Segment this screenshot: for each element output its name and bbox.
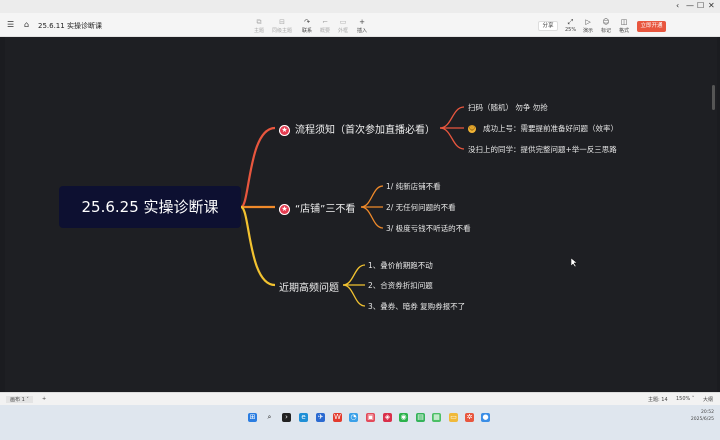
clock-date: 2025/6/25 [690, 417, 714, 422]
terminal-icon[interactable]: › [282, 413, 291, 422]
wechat-icon[interactable]: ◉ [399, 413, 408, 422]
xmind-icon[interactable]: ✲ [465, 413, 474, 422]
subtopic-label: 成功上号：需要提前准备好问题（效率） [483, 124, 618, 133]
emoji-icon: ☺ [468, 125, 476, 133]
subtopic[interactable]: 2、合资券折扣问题 [368, 280, 433, 291]
app-red2-icon[interactable]: ◈ [383, 413, 392, 422]
app-green-icon[interactable]: ▦ [432, 413, 441, 422]
branch-process-notes[interactable]: ★ 流程须知（首次参加直播必看） [279, 121, 435, 136]
sheet-tab-label: 画布 1 [10, 397, 25, 403]
search-icon[interactable]: ⌕ [265, 413, 274, 422]
qq-icon[interactable]: ◔ [349, 413, 358, 422]
edge-icon[interactable]: e [299, 413, 308, 422]
subtopic[interactable]: 1、叠价前期跑不动 [368, 260, 433, 271]
branch-label: “店铺”三不看 [295, 204, 356, 215]
branch-frequent-issues[interactable]: 近期高频问题 [279, 279, 339, 294]
subtopic[interactable]: 没扫上的同学：提供完整问题+举一反三思路 [468, 144, 617, 155]
subtopic[interactable]: 3/ 极度亏钱不听话的不看 [386, 223, 471, 234]
subtopic[interactable]: 1/ 纯新店铺不看 [386, 181, 441, 192]
zoom-select[interactable]: 150% ˅ [676, 396, 694, 402]
windows-taskbar: ⊞ ⌕ › e ✈ W ◔ ▣ ◈ ◉ ▤ ▦ ▭ ✲ ● 20:52 2025… [0, 405, 720, 440]
subtopic[interactable]: 2/ 无任何问题的不看 [386, 202, 456, 213]
chat-icon[interactable]: ▤ [416, 413, 425, 422]
subtopic[interactable]: 扫码（随机） 勿争 勿抢 [468, 102, 548, 113]
branch-shop-three-nots[interactable]: ★ “店铺”三不看 [279, 200, 355, 215]
subtopic[interactable]: 3、叠券、暗券 复购券报不了 [368, 301, 465, 312]
star-icon: ★ [279, 203, 290, 215]
star-icon: ★ [279, 124, 290, 136]
wps-icon[interactable]: W [333, 413, 342, 422]
central-topic[interactable]: 25.6.25 实操诊断课 [59, 186, 241, 228]
sheet-tab-dropdown-icon: ˅ [26, 397, 29, 403]
topic-count: 主题: 14 [648, 397, 668, 403]
zoom-value: 150% [676, 396, 691, 402]
branch-label: 流程须知（首次参加直播必看） [295, 125, 435, 136]
sheet-tab[interactable]: 画布 1 ˅ [6, 396, 33, 403]
folder-icon[interactable]: ▭ [449, 413, 458, 422]
start-icon[interactable]: ⊞ [248, 413, 257, 422]
zoom-dropdown-icon: ˅ [691, 396, 695, 402]
clock-time: 20:52 [701, 410, 714, 415]
add-sheet-button[interactable]: + [42, 396, 46, 402]
system-clock[interactable]: 20:52 2025/6/25 [691, 409, 714, 423]
app-red-icon[interactable]: ▣ [366, 413, 375, 422]
subtopic[interactable]: ☺ 成功上号：需要提前准备好问题（效率） [468, 123, 618, 134]
app-blue-icon[interactable]: ● [481, 413, 490, 422]
app-icon[interactable]: ✈ [316, 413, 325, 422]
outline-button[interactable]: 大纲 [703, 396, 713, 403]
status-bar: 画布 1 ˅ + 主题: 14 150% ˅ 大纲 [0, 392, 720, 405]
mouse-cursor-icon [571, 258, 577, 267]
